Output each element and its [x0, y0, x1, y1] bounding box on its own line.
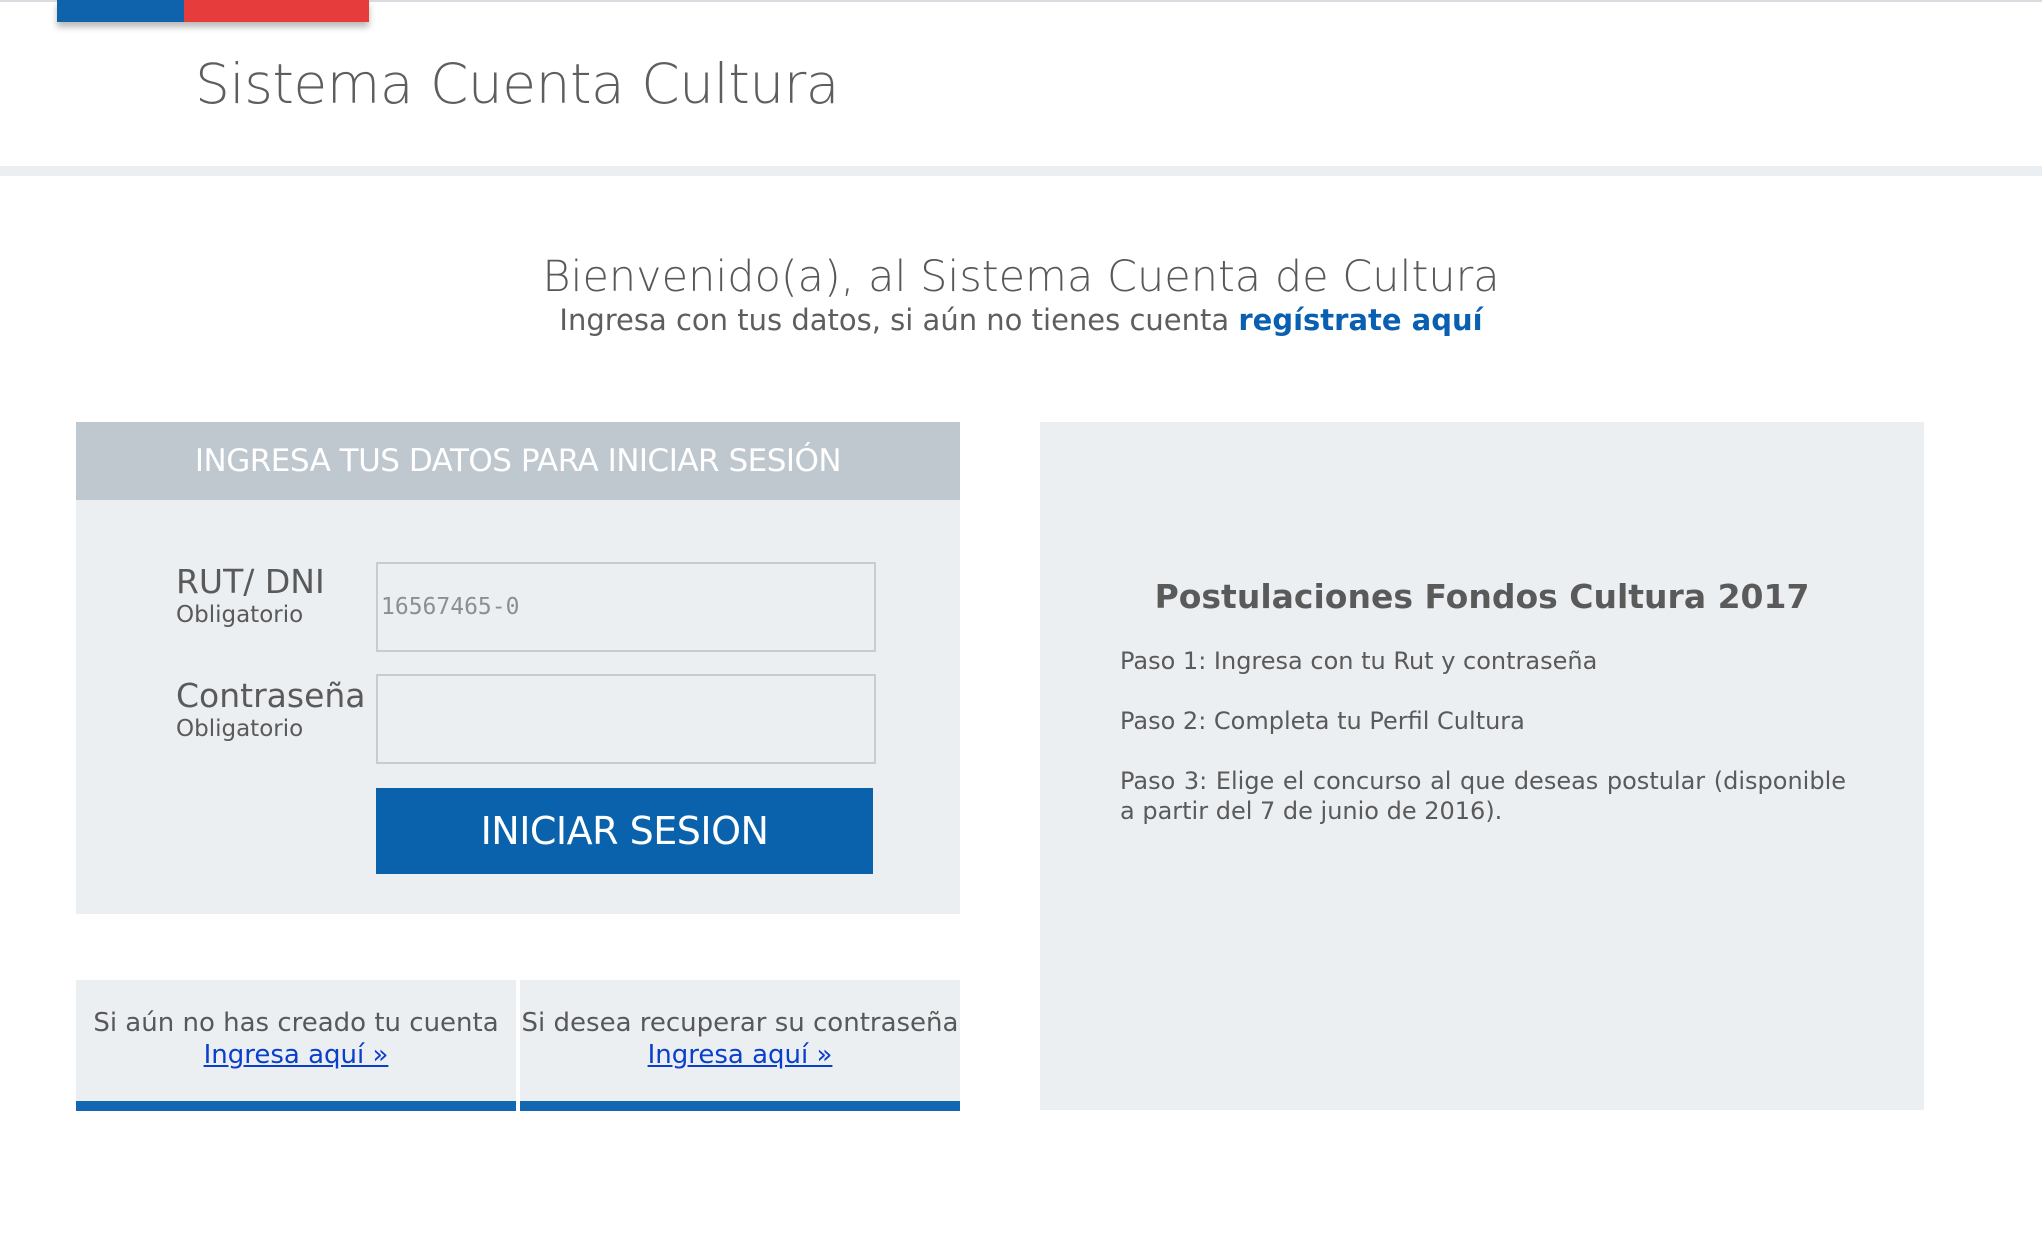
info-title: Postulaciones Fondos Cultura 2017	[1154, 577, 1810, 616]
flag-blue-segment	[57, 0, 184, 22]
recover-password-box: Si desea recuperar su contraseña Ingresa…	[520, 980, 960, 1111]
rut-required-note: Obligatorio	[176, 602, 304, 628]
create-account-link[interactable]: Ingresa aquí »	[204, 1040, 389, 1070]
welcome-subtitle-text: Ingresa con tus datos, si aún no tienes …	[559, 303, 1230, 337]
header-divider	[0, 166, 2042, 176]
recover-password-link[interactable]: Ingresa aquí »	[648, 1040, 833, 1070]
login-panel: INGRESA TUS DATOS PARA INICIAR SESIÓN RU…	[76, 422, 960, 914]
site-title: Sistema Cuenta Cultura	[195, 52, 840, 116]
password-input[interactable]	[376, 674, 876, 764]
login-button[interactable]: INICIAR SESION	[376, 788, 873, 874]
rut-input[interactable]	[376, 562, 876, 652]
step-3: Paso 3: Elige el concurso al que deseas …	[1120, 767, 1846, 825]
government-flag-bar	[57, 0, 369, 22]
flag-red-segment	[184, 0, 369, 22]
create-account-text: Si aún no has creado tu cuenta	[93, 1008, 499, 1038]
welcome-subtitle: Ingresa con tus datos, si aún no tienes …	[0, 303, 2042, 337]
step-2: Paso 2: Completa tu Perfil Cultura	[1120, 707, 1525, 735]
password-required-note: Obligatorio	[176, 716, 304, 742]
info-panel: Postulaciones Fondos Cultura 2017 Paso 1…	[1040, 422, 1924, 1110]
create-account-box: Si aún no has creado tu cuenta Ingresa a…	[76, 980, 516, 1111]
recover-password-text: Si desea recuperar su contraseña	[521, 1008, 959, 1038]
step-1: Paso 1: Ingresa con tu Rut y contraseña	[1120, 647, 1598, 675]
rut-label: RUT/ DNI	[176, 562, 325, 601]
register-link[interactable]: regístrate aquí	[1238, 303, 1482, 337]
password-label: Contraseña	[176, 676, 366, 715]
welcome-title: Bienvenido(a), al Sistema Cuenta de Cult…	[542, 252, 1500, 302]
login-panel-header: INGRESA TUS DATOS PARA INICIAR SESIÓN	[76, 422, 960, 500]
